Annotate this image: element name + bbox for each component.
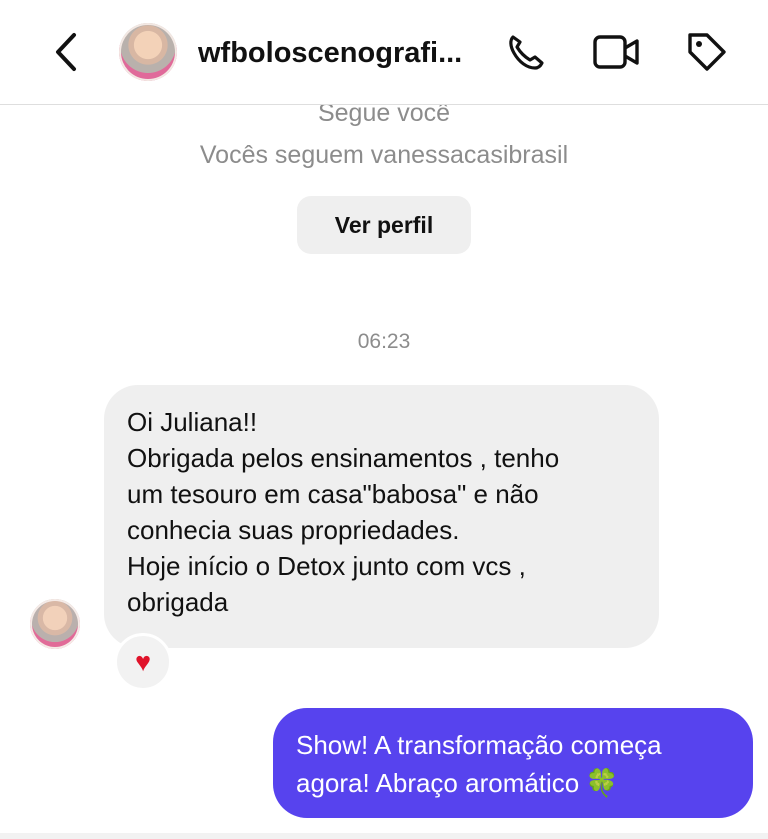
composer-top-edge bbox=[0, 833, 768, 839]
video-icon bbox=[593, 35, 639, 69]
incoming-message-line: conhecia suas propriedades. bbox=[127, 515, 460, 545]
view-profile-button[interactable]: Ver perfil bbox=[297, 196, 471, 254]
outgoing-message-line-wrapper: agora! Abraço aromático 🍀 bbox=[296, 764, 735, 802]
chevron-left-icon bbox=[56, 33, 76, 71]
video-call-button[interactable] bbox=[592, 30, 640, 74]
voice-call-button[interactable] bbox=[501, 30, 549, 74]
outgoing-message-line: agora! Abraço aromático bbox=[296, 768, 580, 798]
incoming-message-line: um tesouro em casa"babosa" e não bbox=[127, 479, 539, 509]
outgoing-message-bubble[interactable]: Show! A transformação começa agora! Abra… bbox=[273, 708, 753, 818]
contact-name[interactable]: wfboloscenografi... bbox=[198, 36, 488, 70]
outgoing-message-line: Show! A transformação começa bbox=[296, 730, 662, 760]
incoming-message-line: Oi Juliana!! bbox=[127, 407, 258, 437]
tag-icon bbox=[688, 33, 726, 71]
incoming-message-line: Obrigada pelos ensinamentos , tenho bbox=[127, 443, 560, 473]
mutual-following-text: Vocês seguem vanessacasibrasil bbox=[199, 141, 569, 169]
incoming-message-bubble[interactable]: Oi Juliana!! Obrigada pelos ensinamentos… bbox=[104, 385, 659, 648]
incoming-message-line: Hoje início o Detox junto com vcs , bbox=[127, 551, 526, 581]
incoming-message-line: obrigada bbox=[127, 587, 229, 617]
tag-button[interactable] bbox=[683, 30, 731, 74]
contact-avatar[interactable] bbox=[119, 23, 177, 81]
chat-header: wfboloscenografi... bbox=[0, 0, 768, 105]
heart-reaction-icon[interactable]: ♥ bbox=[114, 633, 172, 691]
sender-avatar[interactable] bbox=[30, 599, 80, 649]
message-timestamp: 06:23 bbox=[357, 330, 411, 353]
clover-emoji: 🍀 bbox=[585, 768, 619, 798]
back-button[interactable] bbox=[44, 28, 88, 76]
phone-icon bbox=[509, 35, 544, 70]
